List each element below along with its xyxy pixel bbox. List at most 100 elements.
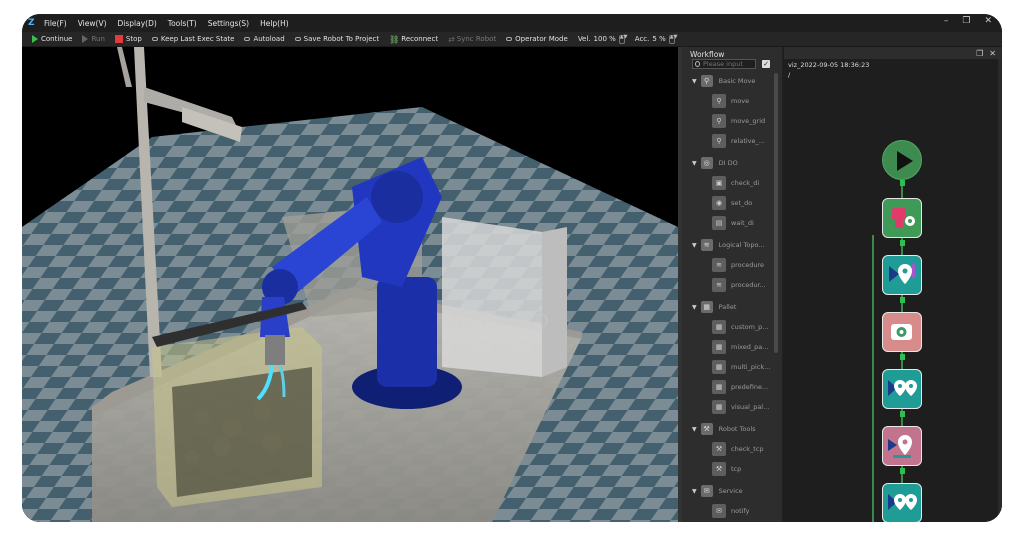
camera-icon xyxy=(891,324,912,340)
step-relative-move[interactable]: ⚲ relative_... xyxy=(712,133,765,149)
expand-arrow-icon[interactable]: ▼ xyxy=(692,426,697,433)
vel-value[interactable]: 100 % xyxy=(594,35,616,43)
step-wait-di[interactable]: ▤ wait_di xyxy=(712,215,754,231)
step-set-do[interactable]: ◉ set_do xyxy=(712,195,752,211)
step-custom-pallet[interactable]: ▦ custom_p... xyxy=(712,319,769,335)
robot-setup-node[interactable] xyxy=(882,198,922,238)
velocity-control: Vel. 100 % ▲▼ xyxy=(578,34,628,44)
canvas-scrollbar[interactable] xyxy=(998,59,1002,522)
move-node[interactable] xyxy=(882,255,922,295)
category-label: Logical Topo... xyxy=(718,241,765,249)
connector-port[interactable] xyxy=(900,468,905,474)
capture-node[interactable] xyxy=(882,312,922,352)
pick-points-icon xyxy=(888,494,917,510)
expand-arrow-icon[interactable]: ▼ xyxy=(692,304,697,311)
service-icon: ✉ xyxy=(712,504,726,518)
category-di-do[interactable]: ▼ ◎ DI DO xyxy=(692,155,738,171)
category-label: Robot Tools xyxy=(718,425,756,433)
expand-arrow-icon[interactable]: ▼ xyxy=(692,160,697,167)
operator-mode-label: Operator Mode xyxy=(515,35,568,43)
step-visual-pallet[interactable]: ▦ visual_pal... xyxy=(712,399,769,415)
autoload-toggle[interactable]: Autoload xyxy=(244,35,285,43)
gripper-icon: ⚒ xyxy=(700,423,713,435)
step-procedure-out[interactable]: ≋ procedur... xyxy=(712,277,766,293)
menu-view[interactable]: View(V) xyxy=(78,19,107,28)
expand-arrow-icon[interactable]: ▼ xyxy=(692,488,697,495)
step-check-di[interactable]: ▣ check_di xyxy=(712,175,759,191)
toggle-icon xyxy=(294,37,301,41)
float-panel-icon[interactable]: ❐ xyxy=(976,49,983,58)
vel-spinner-icon[interactable]: ▲▼ xyxy=(618,34,628,44)
category-service[interactable]: ▼ ✉ Service xyxy=(692,483,743,499)
start-node[interactable] xyxy=(882,140,922,180)
step-search-box[interactable] xyxy=(692,59,756,69)
connector-port[interactable] xyxy=(900,354,905,360)
keep-last-exec-toggle[interactable]: Keep Last Exec State xyxy=(151,35,235,43)
menu-bar: Z File(F) View(V) Display(D) Tools(T) Se… xyxy=(22,14,1002,32)
location-pin-icon: ⚲ xyxy=(712,94,726,108)
sync-icon: ⇄ xyxy=(448,34,455,44)
save-robot-toggle[interactable]: Save Robot To Project xyxy=(294,35,379,43)
step-check-tcp[interactable]: ⚒ check_tcp xyxy=(712,441,764,457)
toggle-icon xyxy=(506,37,513,41)
menu-tools[interactable]: Tools(T) xyxy=(168,19,197,28)
continue-label: Continue xyxy=(41,35,73,43)
reconnect-button[interactable]: ⛓ Reconnect xyxy=(389,35,438,44)
project-name: viz_2022-09-05 18:36:23 xyxy=(788,61,870,69)
workflow-panel: Workflow ❐ ✕ ✓ ▼ ⚲ Basic Move ⚲move ⚲mov… xyxy=(682,47,1002,522)
vision-move-node[interactable] xyxy=(882,369,922,409)
close-icon[interactable]: ✕ xyxy=(984,16,992,26)
minimize-icon[interactable]: – xyxy=(944,16,949,26)
menu-file[interactable]: File(F) xyxy=(44,19,67,28)
continue-button[interactable]: Continue xyxy=(32,35,72,43)
step-mixed-pallet[interactable]: ▦ mixed_pa... xyxy=(712,339,768,355)
connector-port[interactable] xyxy=(900,297,905,303)
run-button[interactable]: Run xyxy=(82,35,105,43)
workflow-canvas[interactable]: viz_2022-09-05 18:36:23 / xyxy=(784,59,1002,522)
step-multi-pick[interactable]: ▦ multi_pick... xyxy=(712,359,770,375)
category-pallet[interactable]: ▼ ▦ Pallet xyxy=(692,299,736,315)
step-procedure[interactable]: ≋ procedure xyxy=(712,257,764,273)
acc-spinner-icon[interactable]: ▲▼ xyxy=(668,34,677,44)
menu-display[interactable]: Display(D) xyxy=(118,19,157,28)
category-robot-tools[interactable]: ▼ ⚒ Robot Tools xyxy=(692,421,756,437)
sync-robot-button[interactable]: ⇄ Sync Robot xyxy=(448,35,496,44)
gripper-icon: ⚒ xyxy=(712,462,726,476)
operator-mode-toggle[interactable]: Operator Mode xyxy=(506,35,568,43)
expand-arrow-icon[interactable]: ▼ xyxy=(692,78,697,85)
stop-icon xyxy=(114,35,123,43)
category-basic-move[interactable]: ▼ ⚲ Basic Move xyxy=(692,73,755,89)
3d-viewport[interactable]: MECH MIND xyxy=(22,47,678,522)
category-label: DI DO xyxy=(718,159,738,167)
signal-icon: ▤ xyxy=(712,216,726,230)
connector-port[interactable] xyxy=(900,240,905,246)
step-predefined-pallet[interactable]: ▦ predefine... xyxy=(712,379,768,395)
watermark: MECH MIND xyxy=(442,311,549,332)
step-tcp[interactable]: ⚒ tcp xyxy=(712,461,741,477)
restore-icon[interactable]: ❐ xyxy=(962,16,970,26)
connector-port[interactable] xyxy=(900,180,905,186)
pallet-icon: ▦ xyxy=(712,320,726,334)
step-search-input[interactable] xyxy=(703,60,755,68)
connector-port[interactable] xyxy=(900,411,905,417)
vision-move-node-2[interactable] xyxy=(882,483,922,522)
menu-help[interactable]: Help(H) xyxy=(260,19,289,28)
relative-move-node[interactable] xyxy=(882,426,922,466)
library-scrollbar[interactable] xyxy=(774,73,778,353)
pick-points-icon xyxy=(888,380,917,396)
category-logical-topo[interactable]: ▼ ≋ Logical Topo... xyxy=(692,237,765,253)
step-notify[interactable]: ✉ notify xyxy=(712,503,749,519)
step-move[interactable]: ⚲ move xyxy=(712,93,749,109)
menu-settings[interactable]: Settings(S) xyxy=(208,19,249,28)
play-icon xyxy=(32,35,38,43)
layers-icon: ≋ xyxy=(700,239,713,251)
filter-checkbox[interactable]: ✓ xyxy=(762,60,770,68)
stop-button[interactable]: Stop xyxy=(114,35,142,43)
close-panel-icon[interactable]: ✕ xyxy=(989,49,996,58)
step-move-grid[interactable]: ⚲ move_grid xyxy=(712,113,765,129)
keep-last-label: Keep Last Exec State xyxy=(160,35,235,43)
expand-arrow-icon[interactable]: ▼ xyxy=(692,242,697,249)
acc-value[interactable]: 5 % xyxy=(652,35,665,43)
signal-icon: ◎ xyxy=(700,157,713,169)
stop-label: Stop xyxy=(125,35,142,43)
